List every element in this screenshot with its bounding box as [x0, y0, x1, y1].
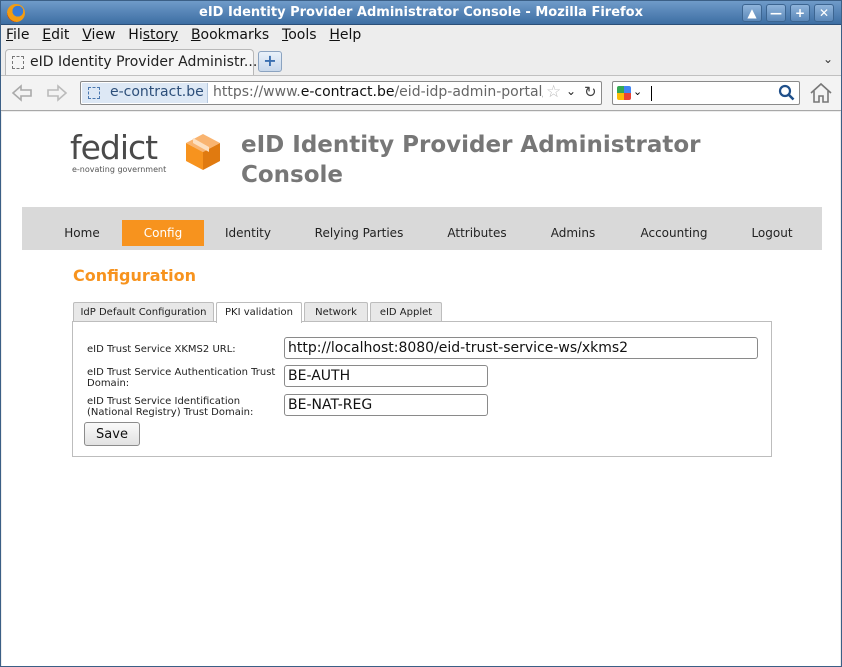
menu-tools[interactable]: Tools — [277, 25, 321, 43]
menu-view-label: iew — [91, 27, 116, 43]
new-tab-button[interactable]: + — [258, 51, 282, 72]
fedict-logo: fedict e-novating government — [70, 128, 230, 180]
xkms-url-input[interactable] — [284, 337, 758, 359]
tab-idp-default-configuration[interactable]: IdP Default Configuration — [73, 302, 214, 322]
menu-file-label: ile — [13, 27, 30, 43]
auth-trust-domain-label: eID Trust Service Authentication Trust D… — [87, 367, 276, 389]
menu-edit[interactable]: Edit — [37, 25, 73, 43]
search-icon[interactable] — [778, 84, 795, 101]
text-cursor — [651, 86, 652, 101]
menu-edit-label: dit — [51, 27, 70, 43]
home-icon[interactable] — [808, 81, 834, 105]
menu-history-prefix: Hi — [128, 27, 143, 43]
menu-bookmarks[interactable]: Bookmarks — [186, 25, 273, 43]
menu-history-label: story — [142, 27, 179, 43]
url-prefix: https://www. — [213, 84, 301, 100]
close-button[interactable]: ✕ — [814, 4, 834, 22]
menu-view-mnemonic: V — [82, 27, 92, 43]
navigation-toolbar: e-contract.be https://www.e-contract.be/… — [1, 75, 841, 111]
url-domain: e-contract.be — [300, 84, 395, 100]
nav-accounting[interactable]: Accounting — [634, 220, 714, 246]
maximize-button[interactable]: + — [790, 4, 810, 22]
section-title: Configuration — [73, 266, 197, 285]
menu-help-label: elp — [339, 27, 362, 43]
save-button[interactable]: Save — [84, 422, 140, 446]
menu-tools-label: ools — [288, 27, 317, 43]
tab-network[interactable]: Network — [304, 302, 368, 322]
browser-tab-title: eID Identity Provider Administr... — [30, 54, 258, 70]
google-icon[interactable] — [617, 86, 631, 100]
pki-validation-panel: eID Trust Service XKMS2 URL: eID Trust S… — [72, 321, 772, 457]
menu-edit-mnemonic: E — [42, 27, 52, 43]
site-identity-label: e-contract.be — [110, 84, 204, 100]
nav-relying-parties[interactable]: Relying Parties — [308, 220, 410, 246]
menu-bookmarks-label: ookmarks — [200, 27, 270, 43]
window-title: eID Identity Provider Administrator Cons… — [199, 5, 643, 20]
reload-icon[interactable]: ↻ — [584, 83, 597, 101]
menu-bookmarks-mnemonic: B — [190, 27, 201, 43]
url-dropdown-chevron-icon[interactable]: ⌄ — [566, 84, 576, 98]
url-bar[interactable]: e-contract.be https://www.e-contract.be/… — [80, 81, 602, 105]
logo-tagline: e-novating government — [72, 165, 167, 174]
title-bar: eID Identity Provider Administrator Cons… — [1, 1, 841, 25]
url-path: /eid-idp-admin-portal/ — [394, 84, 543, 100]
site-identity-button[interactable]: e-contract.be — [82, 83, 208, 103]
nav-admins[interactable]: Admins — [542, 220, 604, 246]
search-engine-chevron-icon[interactable]: ⌄ — [633, 85, 642, 98]
browser-window: eID Identity Provider Administrator Cons… — [0, 0, 842, 667]
tab-eid-applet[interactable]: eID Applet — [370, 302, 442, 322]
xkms-url-label: eID Trust Service XKMS2 URL: — [87, 344, 236, 355]
url-text[interactable]: https://www.e-contract.be/eid-idp-admin-… — [213, 84, 543, 100]
menu-bar: File Edit View History Bookmarks Tools H… — [1, 25, 841, 47]
nav-home[interactable]: Home — [54, 220, 110, 246]
minimize-button[interactable]: — — [766, 4, 786, 22]
nav-attributes[interactable]: Attributes — [440, 220, 514, 246]
nav-logout[interactable]: Logout — [744, 220, 800, 246]
tab-list-chevron-icon[interactable]: ⌄ — [823, 52, 833, 66]
menu-history[interactable]: History — [123, 25, 182, 43]
nav-config[interactable]: Config — [122, 220, 204, 246]
nav-identity[interactable]: Identity — [218, 220, 278, 246]
page-content: fedict e-novating government eID Identit… — [2, 112, 840, 666]
menu-help[interactable]: Help — [324, 25, 365, 43]
main-navigation: Home Config Identity Relying Parties Att… — [22, 207, 822, 250]
page-icon — [12, 56, 24, 69]
back-arrow-icon[interactable] — [9, 82, 35, 104]
tab-strip: eID Identity Provider Administr... + ⌄ — [1, 47, 841, 75]
menu-help-mnemonic: H — [329, 27, 340, 43]
forward-arrow-icon[interactable] — [44, 82, 70, 104]
search-bar[interactable]: ⌄ — [612, 81, 800, 105]
browser-tab-active[interactable]: eID Identity Provider Administr... — [5, 49, 258, 75]
logo-wordmark: fedict — [70, 128, 158, 167]
menu-view[interactable]: View — [77, 25, 119, 43]
auth-trust-domain-input[interactable] — [284, 365, 488, 387]
menu-file-mnemonic: F — [6, 27, 14, 43]
ident-trust-domain-input[interactable] — [284, 394, 488, 416]
tab-pki-validation[interactable]: PKI validation — [216, 302, 302, 323]
cube-logo-icon — [186, 134, 220, 170]
page-icon — [88, 87, 100, 99]
scroll-up-button[interactable]: ▲ — [742, 4, 762, 22]
menu-file[interactable]: File — [1, 25, 33, 43]
ident-trust-domain-label: eID Trust Service Identification (Nation… — [87, 396, 254, 418]
bookmark-star-icon[interactable]: ☆ — [546, 82, 561, 102]
page-title: eID Identity Provider Administrator Cons… — [241, 132, 701, 188]
